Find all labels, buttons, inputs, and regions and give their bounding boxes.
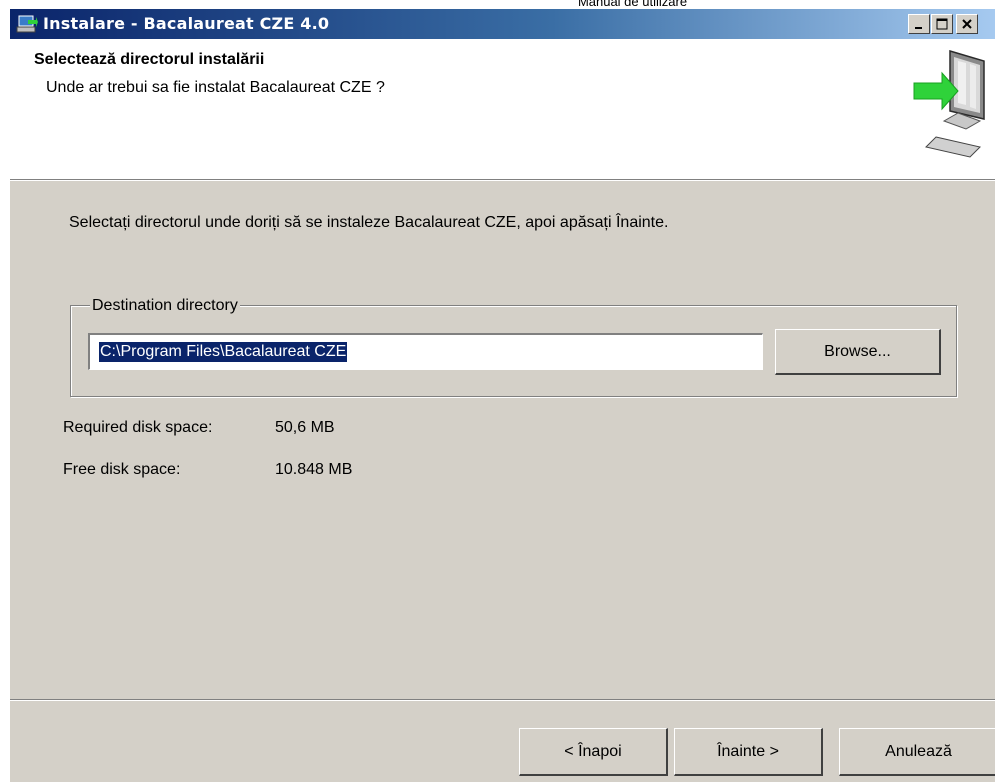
page-subtitle: Unde ar trebui sa fie instalat Bacalaure… xyxy=(46,79,385,96)
destination-path-input[interactable]: C:\Program Files\Bacalaureat CZE xyxy=(88,333,763,370)
free-space-label: Free disk space: xyxy=(63,461,181,478)
title-bar[interactable]: Instalare - Bacalaureat CZE 4.0 xyxy=(10,9,995,39)
page-title: Selectează directorul instalării xyxy=(34,51,265,68)
next-button[interactable]: Înainte > xyxy=(674,728,823,776)
computer-arrow-icon xyxy=(908,49,988,166)
instruction-text: Selectați directorul unde doriți să se i… xyxy=(69,214,669,231)
free-space-value: 10.848 MB xyxy=(275,461,353,478)
installer-app-icon xyxy=(16,14,38,34)
minimize-button[interactable] xyxy=(908,14,930,34)
close-icon xyxy=(962,19,972,29)
minimize-icon xyxy=(915,27,922,29)
document-header: Manual de utilizare xyxy=(577,0,688,9)
required-space-label: Required disk space: xyxy=(63,419,213,436)
maximize-icon xyxy=(936,18,948,30)
close-button[interactable] xyxy=(956,14,978,34)
required-space-value: 50,6 MB xyxy=(275,419,335,436)
header-separator xyxy=(10,179,995,181)
destination-label: Destination directory xyxy=(90,297,240,315)
cancel-button[interactable]: Anulează xyxy=(839,728,995,776)
destination-path-value: C:\Program Files\Bacalaureat CZE xyxy=(99,342,348,362)
back-button[interactable]: < Înapoi xyxy=(519,728,668,776)
window-title: Instalare - Bacalaureat CZE 4.0 xyxy=(43,14,330,33)
browse-button[interactable]: Browse... xyxy=(775,329,941,375)
maximize-button[interactable] xyxy=(931,14,953,34)
footer-separator xyxy=(10,699,995,701)
installer-window: Instalare - Bacalaureat CZE 4.0 Selectea… xyxy=(9,9,995,782)
